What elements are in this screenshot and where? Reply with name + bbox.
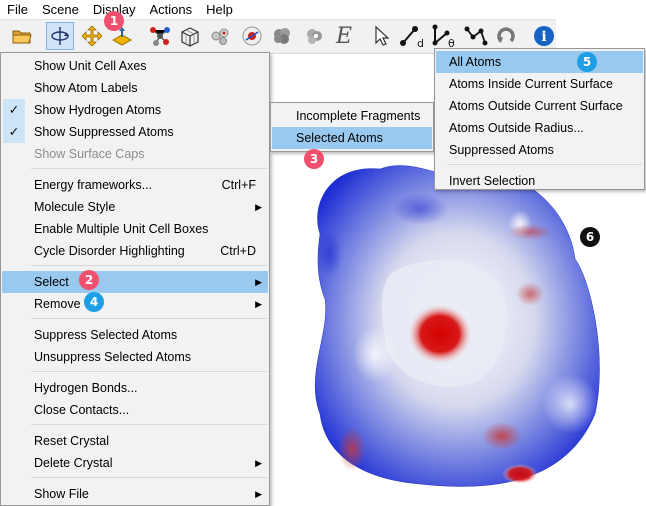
- energy-e-icon[interactable]: E: [330, 22, 358, 50]
- pointer-icon[interactable]: [368, 22, 396, 50]
- submenu-arrow-icon: ▶: [255, 202, 262, 212]
- unit-cell-icon[interactable]: [176, 22, 204, 50]
- menu-item-invert-selection[interactable]: Invert Selection: [436, 170, 643, 192]
- menu-separator: [31, 477, 267, 478]
- menu-separator: [31, 265, 267, 266]
- menu-item-show-unit-cell-axes[interactable]: Show Unit Cell Axes: [2, 55, 268, 77]
- menu-separator: [447, 164, 642, 165]
- rotate-icon[interactable]: [46, 22, 74, 50]
- submenu-arrow-icon: ▶: [255, 458, 262, 468]
- submenu-arrow-icon: ▶: [255, 299, 262, 309]
- menu-bar: File Scene Display Actions Help: [0, 0, 556, 20]
- display-menu: Show Unit Cell Axes Show Atom Labels ✓ Sh…: [0, 52, 270, 506]
- select-submenu: Incomplete Fragments Selected Atoms: [270, 102, 434, 152]
- torsion-icon[interactable]: [462, 22, 490, 50]
- menu-item-suppressed-atoms[interactable]: Suppressed Atoms: [436, 139, 643, 161]
- distance-icon[interactable]: d: [398, 22, 426, 50]
- menu-item-reset-crystal[interactable]: Reset Crystal: [2, 430, 268, 452]
- menu-item-molecule-style[interactable]: Molecule Style ▶: [2, 196, 268, 218]
- selected-atoms-submenu: All Atoms Atoms Inside Current Surface A…: [434, 48, 645, 190]
- svg-text:i: i: [541, 29, 546, 45]
- menu-separator: [31, 318, 267, 319]
- menu-item-show-suppressed-atoms[interactable]: ✓ Show Suppressed Atoms: [2, 121, 268, 143]
- help-icon[interactable]: i: [530, 22, 558, 50]
- nucleus-icon[interactable]: [238, 22, 266, 50]
- step-badge-1: 1: [104, 11, 124, 31]
- menu-item-show-file[interactable]: Show File ▶: [2, 483, 268, 505]
- cloud-icon[interactable]: [268, 22, 296, 50]
- menu-item-atoms-outside-current-surface[interactable]: Atoms Outside Current Surface: [436, 95, 643, 117]
- menu-item-cycle-disorder-highlighting[interactable]: Cycle Disorder Highlighting Ctrl+D: [2, 240, 268, 262]
- checkmark-icon: ✓: [3, 121, 25, 143]
- menu-help[interactable]: Help: [199, 0, 240, 20]
- menu-scene[interactable]: Scene: [35, 0, 86, 20]
- menu-item-show-hydrogen-atoms[interactable]: ✓ Show Hydrogen Atoms: [2, 99, 268, 121]
- menu-item-close-contacts[interactable]: Close Contacts...: [2, 399, 268, 421]
- step-badge-5: 5: [577, 52, 597, 72]
- atom-cluster-icon[interactable]: [206, 22, 234, 50]
- menu-file[interactable]: File: [0, 0, 35, 20]
- translate-icon[interactable]: [78, 22, 106, 50]
- submenu-arrow-icon: ▶: [255, 489, 262, 499]
- menu-item-show-surface-caps: Show Surface Caps: [34, 147, 145, 161]
- svg-text:d: d: [417, 37, 424, 49]
- menu-item-atoms-inside-current-surface[interactable]: Atoms Inside Current Surface: [436, 73, 643, 95]
- menu-item-all-atoms[interactable]: All Atoms: [436, 51, 643, 73]
- step-badge-4: 4: [84, 292, 104, 312]
- menu-item-select[interactable]: Select ▶: [2, 271, 268, 293]
- undo-icon[interactable]: [492, 22, 520, 50]
- menu-separator: [31, 371, 267, 372]
- step-badge-6: 6: [580, 227, 600, 247]
- checkmark-icon: ✓: [3, 99, 25, 121]
- menu-item-hydrogen-bonds[interactable]: Hydrogen Bonds...: [2, 377, 268, 399]
- menu-item-delete-crystal[interactable]: Delete Crystal ▶: [2, 452, 268, 474]
- menu-item-suppress-selected-atoms[interactable]: Suppress Selected Atoms: [2, 324, 268, 346]
- menu-item-unsuppress-selected-atoms[interactable]: Unsuppress Selected Atoms: [2, 346, 268, 368]
- menu-item-selected-atoms[interactable]: Selected Atoms: [272, 127, 432, 149]
- menu-actions[interactable]: Actions: [142, 0, 199, 20]
- menu-item-show-atom-labels[interactable]: Show Atom Labels: [2, 77, 268, 99]
- menu-separator: [31, 424, 267, 425]
- angle-icon[interactable]: θ: [430, 22, 458, 50]
- menu-item-remove[interactable]: Remove ▶: [2, 293, 268, 315]
- step-badge-3: 3: [304, 149, 324, 169]
- menu-item-incomplete-fragments[interactable]: Incomplete Fragments: [272, 105, 432, 127]
- submenu-arrow-icon: ▶: [255, 277, 262, 287]
- surface-red-spot-center: [408, 304, 472, 364]
- molecule-icon[interactable]: [146, 22, 174, 50]
- menu-item-energy-frameworks[interactable]: Energy frameworks... Ctrl+F: [2, 174, 268, 196]
- menu-item-enable-multiple-unit-cell-boxes[interactable]: Enable Multiple Unit Cell Boxes: [2, 218, 268, 240]
- open-folder-icon[interactable]: [8, 22, 36, 50]
- cloud-shade-icon[interactable]: [300, 22, 328, 50]
- step-badge-2: 2: [79, 270, 99, 290]
- menu-item-atoms-outside-radius[interactable]: Atoms Outside Radius...: [436, 117, 643, 139]
- menu-separator: [31, 168, 267, 169]
